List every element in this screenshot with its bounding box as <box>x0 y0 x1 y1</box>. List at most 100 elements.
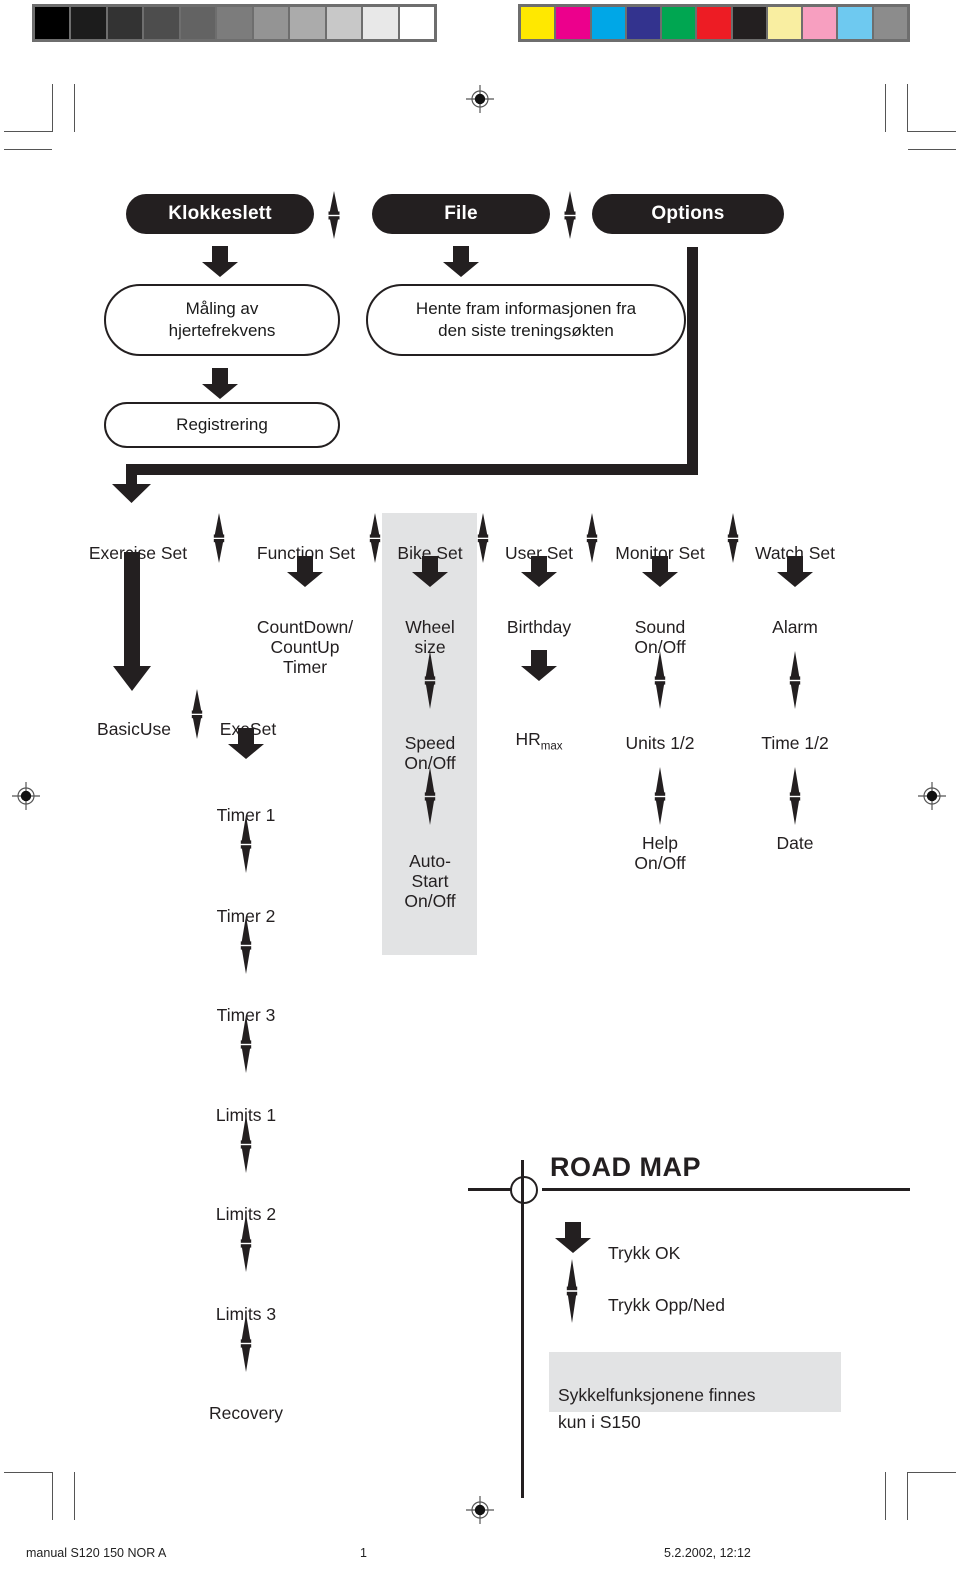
registration-mark-bottom <box>466 1496 494 1524</box>
roadmap-title: ROAD MAP <box>550 1152 701 1183</box>
options-bracket-horizontal <box>126 464 698 475</box>
grayscale-swatch-9 <box>363 7 398 39</box>
crop-mark-top-right-bleed-h <box>908 149 956 150</box>
up-down-arrow-icon-alarm-time <box>786 650 804 715</box>
footer-center: 1 <box>360 1546 367 1560</box>
crop-mark-bottom-right-bleed-v <box>885 1472 886 1520</box>
node-maling-av-hjertefrekvens-label: Måling av hjertefrekvens <box>168 299 276 340</box>
thick-down-arrow-icon-function-set <box>285 556 325 593</box>
node-registrering: Registrering <box>104 402 340 448</box>
roadmap-title-text: ROAD MAP <box>550 1152 701 1182</box>
color-swatch-10 <box>873 7 907 39</box>
options-bracket-vertical <box>687 247 698 475</box>
node-maling-av-hjertefrekvens: Måling av hjertefrekvens <box>104 284 340 356</box>
legend-note: Sykkelfunksjonene finnes kun i S150 <box>558 1356 840 1435</box>
up-down-arrow-icon-set-5 <box>724 512 742 569</box>
column-item-date: Date <box>742 814 848 854</box>
crop-mark-bottom-left-bleed-v <box>74 1472 75 1520</box>
color-swatch-8 <box>803 7 837 39</box>
legend-label-trykk-oppned-text: Trykk Opp/Ned <box>608 1294 726 1315</box>
thick-down-arrow-icon-registrering <box>200 368 240 405</box>
up-down-arrow-icon-set-3 <box>474 512 492 569</box>
column-item-units-text: Units 1/2 <box>625 732 695 753</box>
up-down-arrow-icon-set-2 <box>366 512 384 569</box>
column-item-date-text: Date <box>776 832 814 853</box>
column-item-hrmax: HRmax <box>486 710 592 754</box>
crop-mark-bottom-left-v <box>52 1472 53 1520</box>
color-swatch-3 <box>626 7 661 39</box>
column-item-wheel-size: Wheel size <box>386 598 474 658</box>
color-swatch-6 <box>732 7 766 39</box>
color-calibration-strip <box>518 4 910 42</box>
column-item-units: Units 1/2 <box>606 714 714 754</box>
roadmap-vertical-rule <box>521 1160 524 1498</box>
column-item-countdown-countup-timer: CountDown/ CountUp Timer <box>232 598 378 678</box>
grayscale-swatch-7 <box>290 7 325 39</box>
grayscale-swatch-10 <box>399 7 434 39</box>
column-item-recovery-text: Recovery <box>209 1402 283 1423</box>
grayscale-swatch-2 <box>107 7 143 39</box>
roadmap-rule-right <box>542 1188 910 1191</box>
roadmap-node-circle <box>510 1176 538 1204</box>
up-down-arrow-icon-limits3-recovery <box>237 1313 255 1378</box>
thick-down-arrow-icon-user-set <box>519 556 559 593</box>
roadmap-rule-left <box>468 1188 512 1191</box>
node-hente-fram-informasjonen-label: Hente fram informasjonen fra den siste t… <box>415 299 637 340</box>
up-down-arrow-icon-set-1 <box>210 512 228 569</box>
thick-down-arrow-icon-set-row <box>110 464 154 509</box>
node-registrering-label: Registrering <box>176 415 268 435</box>
menu-pill-klokkeslett-label: Klokkeslett <box>168 203 272 224</box>
crop-mark-bottom-right-v <box>907 1472 908 1520</box>
grayscale-swatch-6 <box>253 7 289 39</box>
color-swatch-5 <box>697 7 731 39</box>
up-down-arrow-icon-timer1-timer2 <box>237 814 255 879</box>
color-swatch-2 <box>591 7 625 39</box>
thick-long-down-arrow-icon-exercise <box>110 552 154 697</box>
footer-left-text: manual S120 150 NOR A <box>26 1546 167 1560</box>
footer-left: manual S120 150 NOR A <box>26 1546 166 1560</box>
up-down-arrow-icon-limits1-limits2 <box>237 1114 255 1179</box>
footer-center-text: 1 <box>360 1546 367 1560</box>
column-item-help-onoff: Help On/Off <box>606 814 714 874</box>
up-down-arrow-icon-wheelsize-speed <box>421 650 439 715</box>
color-swatch-9 <box>838 7 872 39</box>
color-swatch-0 <box>521 7 555 39</box>
up-down-arrow-icon-set-4 <box>583 512 601 569</box>
thick-down-arrow-icon-monitor-set <box>640 556 680 593</box>
up-down-arrow-icon-basicuse-exeset <box>188 688 206 745</box>
crop-mark-top-right-v <box>907 84 908 132</box>
menu-pill-klokkeslett[interactable]: Klokkeslett <box>126 194 314 234</box>
up-down-arrow-icon-legend-oppned <box>563 1258 581 1329</box>
column-item-time: Time 1/2 <box>742 714 848 754</box>
column-item-basicuse-text: BasicUse <box>97 718 171 739</box>
menu-pill-options-label: Options <box>651 203 725 224</box>
crop-mark-top-left-v <box>52 84 53 132</box>
thick-down-arrow-icon-klokkeslett <box>200 246 240 283</box>
up-down-arrow-icon-menu-1 <box>324 190 344 245</box>
footer-right: 5.2.2002, 12:12 <box>664 1546 751 1560</box>
menu-pill-file-label: File <box>444 203 478 224</box>
thick-down-arrow-icon-exeset <box>226 728 266 765</box>
menu-pill-file[interactable]: File <box>372 194 550 234</box>
up-down-arrow-icon-limits2-limits3 <box>237 1213 255 1278</box>
grayscale-swatch-5 <box>217 7 252 39</box>
crop-mark-top-right-bleed-v <box>885 84 886 132</box>
legend-label-trykk-ok: Trykk OK <box>608 1224 808 1264</box>
registration-mark-right <box>918 782 946 810</box>
crop-mark-top-right-h <box>908 131 956 132</box>
grayscale-calibration-strip <box>32 4 437 42</box>
column-item-alarm: Alarm <box>742 598 848 638</box>
column-item-autostart-onoff: Auto- Start On/Off <box>386 832 474 912</box>
menu-pill-options[interactable]: Options <box>592 194 784 234</box>
color-swatch-1 <box>556 7 590 39</box>
thick-down-arrow-icon-birthday <box>519 650 559 687</box>
node-hente-fram-informasjonen: Hente fram informasjonen fra den siste t… <box>366 284 686 356</box>
column-item-alarm-text: Alarm <box>772 616 818 637</box>
registration-mark-left <box>12 782 40 810</box>
up-down-arrow-icon-timer2-timer3 <box>237 915 255 980</box>
color-swatch-4 <box>662 7 696 39</box>
grayscale-swatch-1 <box>71 7 106 39</box>
up-down-arrow-icon-speed-autostart <box>421 766 439 831</box>
registration-mark-top <box>466 85 494 113</box>
column-item-autostart-onoff-text: Auto- Start On/Off <box>404 850 456 911</box>
